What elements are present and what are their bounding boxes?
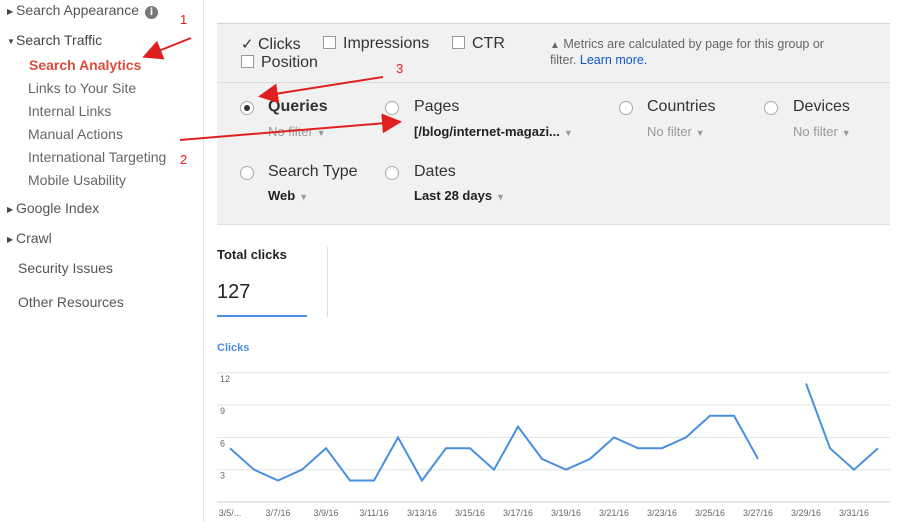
clicks-series-line bbox=[229, 383, 879, 483]
x-tick-label: 3/17/16 bbox=[503, 508, 533, 518]
x-tick-label: 3/29/16 bbox=[791, 508, 821, 518]
x-tick-label: 3/27/16 bbox=[743, 508, 773, 518]
y-tick-label: 12 bbox=[220, 374, 230, 384]
annotation-label-1: 1 bbox=[180, 12, 187, 27]
x-tick-label: 3/25/16 bbox=[695, 508, 725, 518]
annotation-label-3: 3 bbox=[396, 61, 403, 76]
annotation-arrow-3 bbox=[258, 76, 384, 104]
y-tick-label: 9 bbox=[220, 406, 225, 416]
clicks-line-chart: 369123/5/... 3/7/16 3/9/16 3/11/16 3/13/16 3/… bbox=[142, 12, 890, 518]
annotation-arrow-2 bbox=[179, 113, 402, 141]
y-tick-label: 3 bbox=[220, 471, 225, 481]
x-tick-label: 3/23/16 bbox=[647, 508, 677, 518]
x-tick-label: 3/21/16 bbox=[599, 508, 629, 518]
annotation-label-2: 2 bbox=[180, 152, 187, 167]
x-tick-label: 3/5/... bbox=[219, 508, 242, 518]
x-tick-label: 3/11/16 bbox=[359, 508, 388, 518]
x-tick-label: 3/9/16 bbox=[313, 508, 338, 518]
x-tick-label: 3/13/16 bbox=[407, 508, 437, 518]
x-tick-label: 3/31/16 bbox=[839, 508, 869, 518]
x-tick-label: 3/15/16 bbox=[455, 508, 485, 518]
annotation-arrow-1 bbox=[142, 37, 192, 60]
y-tick-label: 6 bbox=[220, 438, 225, 448]
x-tick-label: 3/19/16 bbox=[551, 508, 581, 518]
x-tick-label: 3/7/16 bbox=[265, 508, 290, 518]
